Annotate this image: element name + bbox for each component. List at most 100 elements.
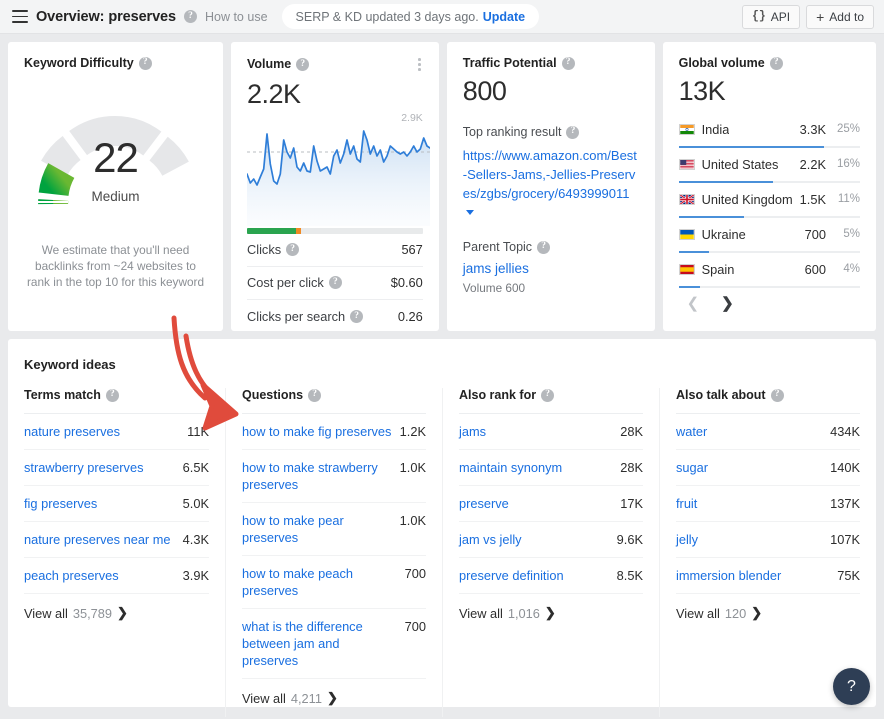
keyword-volume: 28K [620, 423, 643, 440]
how-to-use-link[interactable]: How to use [205, 10, 268, 24]
ideas-column-also-talk-about: Also talk about ? water 434K sugar 140K … [659, 388, 876, 717]
keyword-volume: 8.5K [617, 567, 643, 584]
help-icon[interactable]: ? [566, 126, 579, 139]
hamburger-icon[interactable] [12, 10, 28, 23]
keyword-row[interactable]: nature preserves near me 4.3K [24, 522, 209, 558]
country-row[interactable]: Ukraine 700 5% [679, 222, 860, 253]
help-icon[interactable]: ? [286, 243, 299, 256]
caret-down-icon[interactable] [466, 210, 474, 215]
keyword-volume: 137K [830, 495, 860, 512]
keyword-link[interactable]: sugar [676, 459, 822, 476]
keyword-link[interactable]: nature preserves [24, 423, 179, 440]
keyword-link[interactable]: nature preserves near me [24, 531, 175, 548]
help-icon[interactable]: ? [296, 58, 309, 71]
more-vertical-icon[interactable] [416, 56, 423, 73]
help-icon[interactable]: ? [770, 57, 783, 70]
keyword-row[interactable]: what is the difference between jam and p… [242, 609, 426, 679]
chevron-left-icon[interactable]: ❮ [687, 296, 700, 311]
keyword-row[interactable]: how to make pear preserves 1.0K [242, 503, 426, 556]
keyword-row[interactable]: how to make strawberry preserves 1.0K [242, 450, 426, 503]
keyword-link[interactable]: jam vs jelly [459, 531, 609, 548]
country-volume: 700 [805, 227, 826, 242]
keyword-link[interactable]: preserve definition [459, 567, 609, 584]
keyword-row[interactable]: jams 28K [459, 414, 643, 450]
update-link[interactable]: Update [483, 10, 525, 24]
keyword-volume: 17K [620, 495, 643, 512]
keyword-link[interactable]: fruit [676, 495, 822, 512]
keyword-row[interactable]: jelly 107K [676, 522, 860, 558]
keyword-link[interactable]: how to make fig preserves [242, 423, 392, 440]
country-volume: 1.5K [800, 192, 826, 207]
help-fab-button[interactable]: ? [833, 668, 870, 705]
top-ranking-result-label-row: Top ranking result ? [463, 125, 639, 139]
keyword-row[interactable]: nature preserves 11K [24, 414, 209, 450]
help-icon[interactable]: ? [308, 389, 321, 402]
keyword-link[interactable]: peach preserves [24, 567, 175, 584]
help-icon[interactable]: ? [329, 276, 342, 289]
keyword-link[interactable]: what is the difference between jam and p… [242, 618, 397, 669]
top-ranking-result-label: Top ranking result [463, 125, 562, 139]
keyword-link[interactable]: strawberry preserves [24, 459, 175, 476]
keyword-link[interactable]: maintain synonym [459, 459, 612, 476]
keyword-row[interactable]: sugar 140K [676, 450, 860, 486]
view-all-button[interactable]: View all 1,016 ❯ [459, 594, 643, 632]
help-icon[interactable]: ? [537, 241, 550, 254]
ideas-column-also-rank-for: Also rank for ? jams 28K maintain synony… [442, 388, 659, 717]
api-button[interactable]: {} API [742, 5, 800, 29]
help-icon[interactable]: ? [771, 389, 784, 402]
country-row[interactable]: United States 2.2K 16% [679, 152, 860, 183]
keyword-row[interactable]: peach preserves 3.9K [24, 558, 209, 594]
keyword-link[interactable]: fig preserves [24, 495, 175, 512]
traffic-potential-card: Traffic Potential ? 800 Top ranking resu… [447, 42, 655, 331]
keyword-link[interactable]: jelly [676, 531, 822, 548]
keyword-row[interactable]: fruit 137K [676, 486, 860, 522]
keyword-link[interactable]: immersion blender [676, 567, 829, 584]
keyword-link[interactable]: how to make strawberry preserves [242, 459, 392, 493]
country-row[interactable]: India 3.3K 25% [679, 117, 860, 148]
keyword-row[interactable]: preserve definition 8.5K [459, 558, 643, 594]
keyword-link[interactable]: preserve [459, 495, 612, 512]
country-row[interactable]: United Kingdom 1.5K 11% [679, 187, 860, 218]
column-heading: Questions ? [242, 388, 426, 414]
view-all-button[interactable]: View all 120 ❯ [676, 594, 860, 632]
column-heading-label: Questions [242, 388, 303, 402]
metric-label: Clicks per search [247, 309, 345, 324]
keyword-link[interactable]: jams [459, 423, 612, 440]
keyword-link[interactable]: how to make pear preserves [242, 512, 392, 546]
help-icon[interactable]: ? [106, 389, 119, 402]
kd-card-title: Keyword Difficulty [24, 56, 134, 70]
volume-value: 2.2K [247, 79, 423, 110]
keyword-row[interactable]: how to make peach preserves 700 [242, 556, 426, 609]
view-all-button[interactable]: View all 4,211 ❯ [242, 679, 426, 717]
keyword-row[interactable]: preserve 17K [459, 486, 643, 522]
volume-sparkline-svg [247, 126, 430, 226]
keyword-row[interactable]: immersion blender 75K [676, 558, 860, 594]
ideas-column-questions: Questions ? how to make fig preserves 1.… [225, 388, 442, 717]
country-bar-track [679, 146, 860, 148]
keyword-row[interactable]: maintain synonym 28K [459, 450, 643, 486]
country-volume: 600 [805, 262, 826, 277]
column-heading: Also talk about ? [676, 388, 860, 414]
country-row[interactable]: Spain 600 4% [679, 257, 860, 288]
keyword-row[interactable]: jam vs jelly 9.6K [459, 522, 643, 558]
view-all-button[interactable]: View all 35,789 ❯ [24, 594, 209, 632]
help-icon[interactable]: ? [184, 10, 197, 23]
keyword-volume: 140K [830, 459, 860, 476]
help-icon[interactable]: ? [541, 389, 554, 402]
keyword-row[interactable]: how to make fig preserves 1.2K [242, 414, 426, 450]
help-icon[interactable]: ? [139, 57, 152, 70]
keyword-row[interactable]: fig preserves 5.0K [24, 486, 209, 522]
help-icon[interactable]: ? [350, 310, 363, 323]
keyword-link[interactable]: water [676, 423, 822, 440]
country-bar-fill [679, 251, 710, 253]
keyword-row[interactable]: water 434K [676, 414, 860, 450]
add-to-button-label: Add to [829, 10, 864, 24]
parent-topic-link[interactable]: jams jellies [463, 261, 639, 276]
help-icon[interactable]: ? [562, 57, 575, 70]
keyword-row[interactable]: strawberry preserves 6.5K [24, 450, 209, 486]
chevron-right-icon[interactable]: ❯ [721, 296, 734, 311]
add-to-button[interactable]: + Add to [806, 5, 874, 29]
keyword-link[interactable]: how to make peach preserves [242, 565, 397, 599]
country-percent: 4% [833, 263, 860, 275]
top-ranking-url-link[interactable]: https://www.amazon.com/Best-Sellers-Jams… [463, 146, 639, 222]
